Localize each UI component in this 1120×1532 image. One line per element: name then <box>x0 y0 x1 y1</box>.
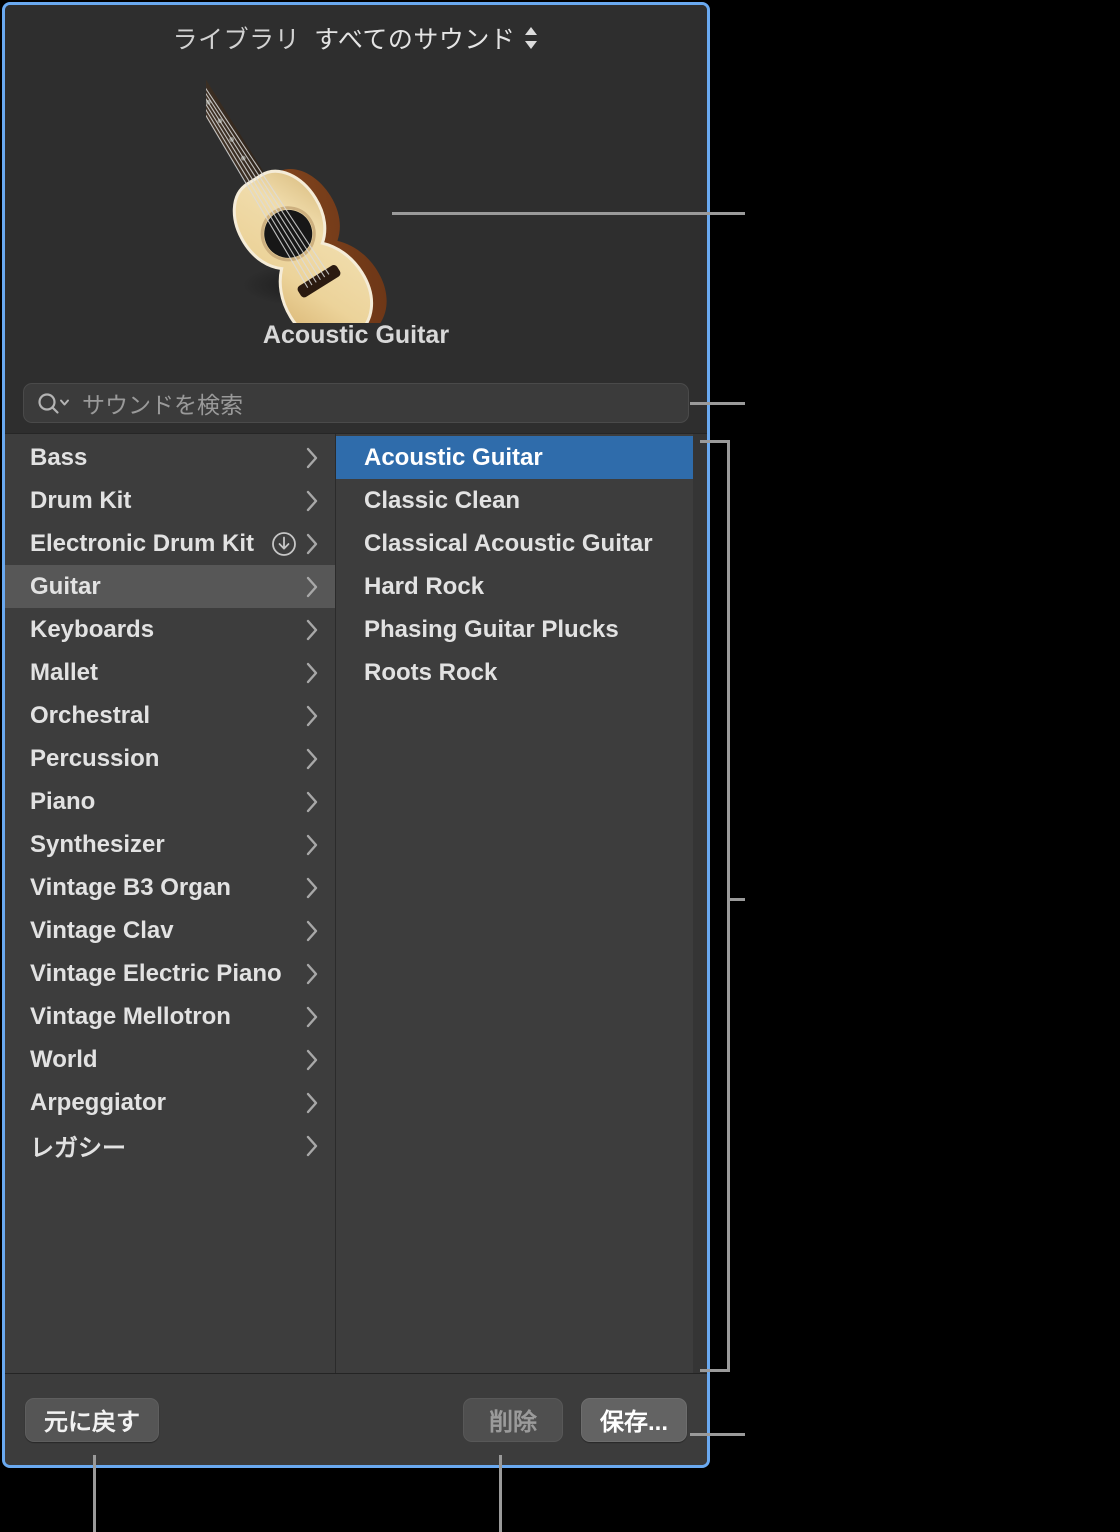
patch-label: Phasing Guitar Plucks <box>364 616 619 644</box>
patch-row[interactable]: Classical Acoustic Guitar <box>336 522 693 565</box>
category-label: Vintage Electric Piano <box>30 960 282 988</box>
category-row[interactable]: Percussion <box>5 737 335 780</box>
category-row[interactable]: Electronic Drum Kit <box>5 522 335 565</box>
preview-caption: Acoustic Guitar <box>263 321 449 350</box>
up-down-chevron-icon[interactable] <box>523 24 539 52</box>
chevron-right-icon[interactable] <box>305 919 327 943</box>
category-row[interactable]: Synthesizer <box>5 823 335 866</box>
category-row[interactable]: Guitar <box>5 565 335 608</box>
category-row[interactable]: Vintage B3 Organ <box>5 866 335 909</box>
patch-row[interactable]: Roots Rock <box>336 651 693 694</box>
chevron-right-icon[interactable] <box>305 962 327 986</box>
search-input[interactable]: サウンドを検索 <box>23 383 689 423</box>
library-title: ライブラリ <box>173 20 301 56</box>
patch-row[interactable]: Phasing Guitar Plucks <box>336 608 693 651</box>
category-label: Vintage Mellotron <box>30 1003 231 1031</box>
category-row[interactable]: Drum Kit <box>5 479 335 522</box>
patch-label: Classic Clean <box>364 487 520 515</box>
delete-button[interactable]: 削除 <box>463 1398 563 1442</box>
category-label: Arpeggiator <box>30 1089 166 1117</box>
patch-label: Acoustic Guitar <box>364 444 543 472</box>
patch-label: Classical Acoustic Guitar <box>364 530 653 558</box>
revert-button[interactable]: 元に戻す <box>25 1398 159 1442</box>
category-label: Guitar <box>30 573 101 601</box>
chevron-right-icon[interactable] <box>305 489 327 513</box>
category-label: World <box>30 1046 98 1074</box>
category-label: Vintage Clav <box>30 917 174 945</box>
patch-label: Roots Rock <box>364 659 497 687</box>
save-button[interactable]: 保存... <box>581 1398 687 1442</box>
patch-row[interactable]: Acoustic Guitar <box>336 436 693 479</box>
chevron-right-icon[interactable] <box>305 1005 327 1029</box>
sound-set-popup-value[interactable]: すべてのサウンド <box>314 20 515 56</box>
search-bar: サウンドを検索 <box>5 373 707 433</box>
category-label: Drum Kit <box>30 487 131 515</box>
category-label: Vintage B3 Organ <box>30 874 231 902</box>
chevron-right-icon[interactable] <box>305 618 327 642</box>
callout-line-search <box>690 402 745 405</box>
category-label: Electronic Drum Kit <box>30 530 254 558</box>
category-label: Bass <box>30 444 87 472</box>
library-header: ライブラリ すべてのサウンド <box>5 5 707 71</box>
category-row[interactable]: Arpeggiator <box>5 1081 335 1124</box>
search-placeholder: サウンドを検索 <box>82 386 243 420</box>
chevron-right-icon[interactable] <box>305 704 327 728</box>
category-label: Orchestral <box>30 702 150 730</box>
category-label: Percussion <box>30 745 159 773</box>
library-button-bar: 元に戻す 削除 保存... <box>5 1373 707 1465</box>
category-row[interactable]: Mallet <box>5 651 335 694</box>
category-list[interactable]: Bass Drum Kit Electronic Drum Kit Guitar Key… <box>5 434 336 1373</box>
patch-row[interactable]: Classic Clean <box>336 479 693 522</box>
chevron-right-icon[interactable] <box>305 661 327 685</box>
patch-label: Hard Rock <box>364 573 484 601</box>
sound-library-window: ライブラリ すべてのサウンド <box>2 2 710 1468</box>
category-row[interactable]: Orchestral <box>5 694 335 737</box>
chevron-right-icon[interactable] <box>305 790 327 814</box>
category-row[interactable]: Vintage Electric Piano <box>5 952 335 995</box>
search-icon[interactable] <box>36 391 70 415</box>
category-row[interactable]: Vintage Clav <box>5 909 335 952</box>
chevron-right-icon[interactable] <box>305 876 327 900</box>
chevron-right-icon[interactable] <box>305 446 327 470</box>
category-row[interactable]: Piano <box>5 780 335 823</box>
category-row[interactable]: Bass <box>5 436 335 479</box>
category-row[interactable]: World <box>5 1038 335 1081</box>
category-label: レガシー <box>30 1128 126 1163</box>
chevron-right-icon[interactable] <box>305 747 327 771</box>
instrument-preview: Acoustic Guitar <box>5 71 707 373</box>
callout-line-instrument <box>392 212 745 215</box>
category-row[interactable]: レガシー <box>5 1124 335 1167</box>
callout-line-save <box>690 1433 745 1436</box>
callout-bracket-lists <box>700 440 730 1372</box>
chevron-right-icon[interactable] <box>305 833 327 857</box>
chevron-right-icon[interactable] <box>305 1134 327 1158</box>
category-label: Mallet <box>30 659 98 687</box>
callout-line-lists <box>730 898 745 901</box>
acoustic-guitar-illustration <box>206 73 506 323</box>
callout-line-revert <box>93 1455 96 1532</box>
category-label: Synthesizer <box>30 831 165 859</box>
patch-row[interactable]: Hard Rock <box>336 565 693 608</box>
category-row[interactable]: Keyboards <box>5 608 335 651</box>
category-row[interactable]: Vintage Mellotron <box>5 995 335 1038</box>
download-icon[interactable] <box>271 531 297 557</box>
category-label: Piano <box>30 788 95 816</box>
chevron-right-icon[interactable] <box>305 1091 327 1115</box>
browser-lists: Bass Drum Kit Electronic Drum Kit Guitar Key… <box>5 433 707 1373</box>
chevron-right-icon[interactable] <box>305 532 327 556</box>
category-label: Keyboards <box>30 616 154 644</box>
callout-line-delete <box>499 1455 502 1532</box>
patch-list[interactable]: Acoustic Guitar Classic Clean Classical Ac… <box>336 434 707 1373</box>
chevron-right-icon[interactable] <box>305 1048 327 1072</box>
chevron-right-icon[interactable] <box>305 575 327 599</box>
